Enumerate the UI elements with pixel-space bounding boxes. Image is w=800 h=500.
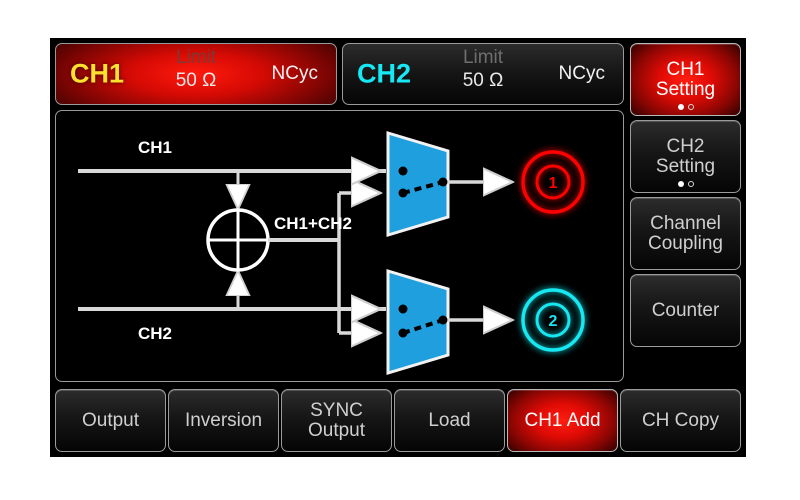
ch2-name: CH2 [357, 58, 412, 89]
bottom-button-ch1-add-line1: CH1 Add [524, 409, 601, 431]
page-dot-filled-icon [677, 104, 684, 110]
ch2-diagram-label: CH2 [138, 324, 172, 343]
sidebar-item-ch1-setting[interactable]: CH1 Setting [630, 43, 741, 116]
bottom-button-inversion[interactable]: Inversion [168, 389, 279, 452]
sidebar-item-ch2-setting-text: CH2 Setting [655, 135, 716, 177]
sidebar-item-ch2-setting-line1: CH2 [666, 135, 705, 157]
sidebar-item-ch2-setting-page-dots [677, 181, 694, 187]
ch1-impedance: 50 Ω [175, 69, 217, 91]
sidebar-item-ch1-setting-line2: Setting [655, 78, 716, 100]
ch2-limit-group: Limit 50 Ω [423, 47, 543, 93]
page-dot-hollow-icon [687, 181, 694, 187]
bottom-button-sync-output-line2: Output [307, 419, 366, 441]
ch1-diagram-label: CH1 [138, 138, 172, 157]
sidebar-item-channel-coupling-text: Channel Coupling [648, 212, 723, 254]
sidebar-item-counter-text: Counter [651, 299, 720, 321]
channel-header-ch1[interactable]: CH1 Limit 50 Ω NCyc [55, 43, 337, 105]
sidebar-item-channel-coupling-line1: Channel [650, 212, 721, 234]
sidebar-item-counter[interactable]: Counter [630, 274, 741, 347]
bottom-button-inversion-text: Inversion [184, 409, 263, 431]
output-2-label: 2 [549, 313, 558, 330]
sum-label: CH1+CH2 [274, 214, 352, 233]
sidebar-item-ch1-setting-page-dots [677, 104, 694, 110]
channel-add-diagram: 1 2 CH1 CH2 CH1+CH2 [55, 110, 624, 382]
output-1-label: 1 [549, 175, 558, 192]
instrument-screen: CH1 Limit 50 Ω NCyc CH2 Limit 50 Ω NCyc [50, 38, 746, 457]
sidebar-item-ch1-setting-text: CH1 Setting [655, 58, 716, 100]
ch2-limit-label: Limit [462, 47, 504, 68]
signal-path-svg: 1 2 CH1 CH2 CH1+CH2 [78, 130, 585, 376]
channel-header-ch2[interactable]: CH2 Limit 50 Ω NCyc [342, 43, 624, 105]
sidebar-item-ch2-setting[interactable]: CH2 Setting [630, 120, 741, 193]
ch2-mode: NCyc [558, 63, 605, 84]
bottom-button-ch-copy[interactable]: CH Copy [620, 389, 741, 452]
sidebar-item-ch2-setting-line2: Setting [655, 155, 716, 177]
sidebar-item-counter-line1: Counter [651, 299, 720, 321]
ch1-limit-group: Limit 50 Ω [136, 47, 256, 93]
mux1-input-a-node [398, 166, 408, 176]
bottom-button-sync-output-line1: SYNC [310, 399, 363, 421]
ch1-mode: NCyc [271, 63, 318, 84]
bottom-button-ch-copy-text: CH Copy [641, 409, 720, 431]
mux2-input-a-node [398, 304, 408, 314]
sidebar-item-ch1-setting-line1: CH1 [666, 58, 705, 80]
ch2-impedance: 50 Ω [462, 69, 504, 91]
ch1-limit-label: Limit [175, 47, 217, 68]
bottom-button-ch-copy-line1: CH Copy [641, 409, 720, 431]
bottom-button-inversion-line1: Inversion [184, 409, 263, 431]
bottom-button-ch1-add[interactable]: CH1 Add [507, 389, 618, 452]
bottom-button-load-line1: Load [428, 409, 471, 431]
sidebar-item-channel-coupling[interactable]: Channel Coupling [630, 197, 741, 270]
bottom-button-load-text: Load [428, 409, 471, 431]
bottom-button-ch1-add-text: CH1 Add [524, 409, 601, 431]
bottom-button-sync-output[interactable]: SYNC Output [281, 389, 392, 452]
bottom-button-sync-output-text: SYNC Output [282, 399, 391, 441]
page-dot-filled-icon [677, 181, 684, 187]
bottom-button-output-text: Output [81, 409, 140, 431]
bottom-button-load[interactable]: Load [394, 389, 505, 452]
bottom-button-output-line1: Output [81, 409, 140, 431]
page-dot-hollow-icon [687, 104, 694, 110]
sidebar-item-channel-coupling-line2: Coupling [648, 232, 723, 254]
ch1-name: CH1 [70, 58, 125, 89]
bottom-button-output[interactable]: Output [55, 389, 166, 452]
